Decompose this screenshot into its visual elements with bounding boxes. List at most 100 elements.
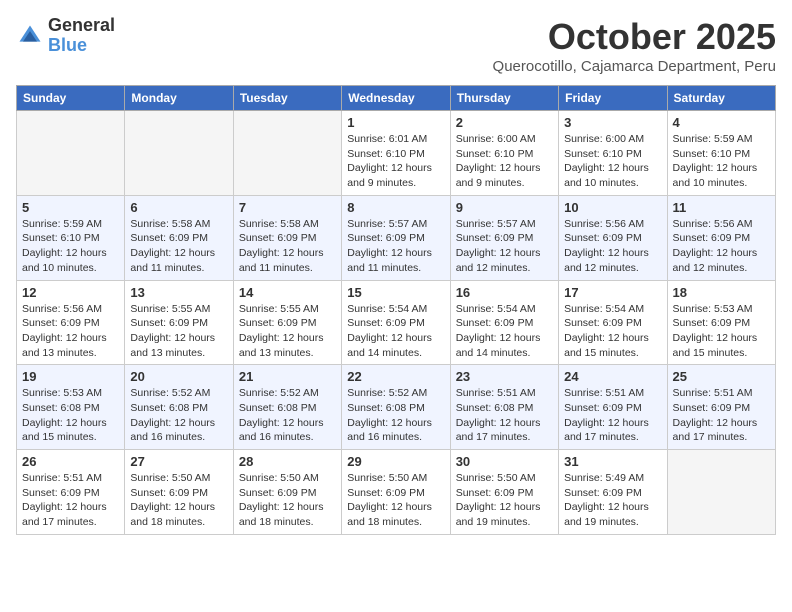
day-number: 5 (22, 200, 119, 215)
day-number: 1 (347, 115, 444, 130)
weekday-header-sunday: Sunday (17, 86, 125, 111)
calendar-cell: 24 Sunrise: 5:51 AM Sunset: 6:09 PM Dayli… (559, 365, 667, 450)
day-number: 23 (456, 369, 553, 384)
header: General Blue October 2025 Querocotillo, … (16, 16, 776, 75)
calendar-cell: 2 Sunrise: 6:00 AM Sunset: 6:10 PM Daylig… (450, 111, 558, 196)
calendar-cell (667, 450, 775, 535)
day-number: 21 (239, 369, 336, 384)
day-info: Sunrise: 5:53 AM Sunset: 6:08 PM Dayligh… (22, 386, 119, 445)
day-info: Sunrise: 5:52 AM Sunset: 6:08 PM Dayligh… (347, 386, 444, 445)
day-number: 9 (456, 200, 553, 215)
calendar-table: SundayMondayTuesdayWednesdayThursdayFrid… (16, 85, 776, 535)
calendar-cell: 11 Sunrise: 5:56 AM Sunset: 6:09 PM Dayli… (667, 195, 775, 280)
calendar-cell: 15Sunrise: 5:54 AM Sunset: 6:09 PM Dayli… (342, 280, 450, 365)
title-area: October 2025 Querocotillo, Cajamarca Dep… (493, 16, 776, 75)
day-info: Sunrise: 5:51 AM Sunset: 6:09 PM Dayligh… (564, 386, 661, 445)
day-info: Sunrise: 5:59 AM Sunset: 6:10 PM Dayligh… (673, 132, 770, 191)
calendar-week-row: 26 Sunrise: 5:51 AM Sunset: 6:09 PM Dayli… (17, 450, 776, 535)
calendar-cell: 21 Sunrise: 5:52 AM Sunset: 6:08 PM Dayli… (233, 365, 341, 450)
day-number: 18 (673, 285, 770, 300)
calendar-cell: 20 Sunrise: 5:52 AM Sunset: 6:08 PM Dayli… (125, 365, 233, 450)
day-info: Sunrise: 5:56 AM Sunset: 6:09 PM Dayligh… (564, 217, 661, 276)
day-number: 19 (22, 369, 119, 384)
calendar-week-row: 5Sunrise: 5:59 AM Sunset: 6:10 PM Daylig… (17, 195, 776, 280)
weekday-header-wednesday: Wednesday (342, 86, 450, 111)
day-info: Sunrise: 5:55 AM Sunset: 6:09 PM Dayligh… (239, 302, 336, 361)
day-number: 11 (673, 200, 770, 215)
day-number: 28 (239, 454, 336, 469)
calendar-cell: 18 Sunrise: 5:53 AM Sunset: 6:09 PM Dayli… (667, 280, 775, 365)
calendar-cell: 17Sunrise: 5:54 AM Sunset: 6:09 PM Dayli… (559, 280, 667, 365)
weekday-header-row: SundayMondayTuesdayWednesdayThursdayFrid… (17, 86, 776, 111)
day-number: 17 (564, 285, 661, 300)
calendar-cell (125, 111, 233, 196)
day-info: Sunrise: 5:51 AM Sunset: 6:09 PM Dayligh… (22, 471, 119, 530)
day-info: Sunrise: 5:50 AM Sunset: 6:09 PM Dayligh… (130, 471, 227, 530)
day-number: 14 (239, 285, 336, 300)
day-number: 26 (22, 454, 119, 469)
day-info: Sunrise: 6:00 AM Sunset: 6:10 PM Dayligh… (456, 132, 553, 191)
logo-general: General (48, 15, 115, 35)
day-number: 31 (564, 454, 661, 469)
calendar-cell: 1Sunrise: 6:01 AM Sunset: 6:10 PM Daylig… (342, 111, 450, 196)
calendar-cell: 19 Sunrise: 5:53 AM Sunset: 6:08 PM Dayli… (17, 365, 125, 450)
weekday-header-monday: Monday (125, 86, 233, 111)
day-number: 7 (239, 200, 336, 215)
day-number: 16 (456, 285, 553, 300)
calendar-cell (233, 111, 341, 196)
day-info: Sunrise: 5:52 AM Sunset: 6:08 PM Dayligh… (130, 386, 227, 445)
calendar-cell: 10 Sunrise: 5:56 AM Sunset: 6:09 PM Dayli… (559, 195, 667, 280)
day-number: 22 (347, 369, 444, 384)
day-number: 27 (130, 454, 227, 469)
day-info: Sunrise: 5:55 AM Sunset: 6:09 PM Dayligh… (130, 302, 227, 361)
day-info: Sunrise: 5:50 AM Sunset: 6:09 PM Dayligh… (239, 471, 336, 530)
calendar-week-row: 12Sunrise: 5:56 AM Sunset: 6:09 PM Dayli… (17, 280, 776, 365)
calendar-cell: 25Sunrise: 5:51 AM Sunset: 6:09 PM Dayli… (667, 365, 775, 450)
day-number: 2 (456, 115, 553, 130)
day-info: Sunrise: 5:49 AM Sunset: 6:09 PM Dayligh… (564, 471, 661, 530)
weekday-header-friday: Friday (559, 86, 667, 111)
logo-blue: Blue (48, 35, 87, 55)
calendar-cell: 14 Sunrise: 5:55 AM Sunset: 6:09 PM Dayli… (233, 280, 341, 365)
day-info: Sunrise: 5:54 AM Sunset: 6:09 PM Dayligh… (456, 302, 553, 361)
day-info: Sunrise: 5:52 AM Sunset: 6:08 PM Dayligh… (239, 386, 336, 445)
day-info: Sunrise: 5:50 AM Sunset: 6:09 PM Dayligh… (347, 471, 444, 530)
day-number: 24 (564, 369, 661, 384)
calendar-cell: 5Sunrise: 5:59 AM Sunset: 6:10 PM Daylig… (17, 195, 125, 280)
month-title: October 2025 (493, 16, 776, 58)
calendar-cell: 22 Sunrise: 5:52 AM Sunset: 6:08 PM Dayli… (342, 365, 450, 450)
day-number: 10 (564, 200, 661, 215)
calendar-cell: 13 Sunrise: 5:55 AM Sunset: 6:09 PM Dayli… (125, 280, 233, 365)
calendar-cell: 29 Sunrise: 5:50 AM Sunset: 6:09 PM Dayli… (342, 450, 450, 535)
day-number: 13 (130, 285, 227, 300)
day-info: Sunrise: 5:57 AM Sunset: 6:09 PM Dayligh… (456, 217, 553, 276)
calendar-cell: 7 Sunrise: 5:58 AM Sunset: 6:09 PM Daylig… (233, 195, 341, 280)
day-number: 29 (347, 454, 444, 469)
calendar-cell: 23 Sunrise: 5:51 AM Sunset: 6:08 PM Dayli… (450, 365, 558, 450)
day-info: Sunrise: 5:54 AM Sunset: 6:09 PM Dayligh… (347, 302, 444, 361)
day-info: Sunrise: 5:51 AM Sunset: 6:08 PM Dayligh… (456, 386, 553, 445)
day-number: 12 (22, 285, 119, 300)
weekday-header-tuesday: Tuesday (233, 86, 341, 111)
day-info: Sunrise: 5:53 AM Sunset: 6:09 PM Dayligh… (673, 302, 770, 361)
location-subtitle: Querocotillo, Cajamarca Department, Peru (493, 58, 776, 75)
calendar-cell: 27 Sunrise: 5:50 AM Sunset: 6:09 PM Dayli… (125, 450, 233, 535)
day-number: 8 (347, 200, 444, 215)
day-info: Sunrise: 6:00 AM Sunset: 6:10 PM Dayligh… (564, 132, 661, 191)
day-info: Sunrise: 5:56 AM Sunset: 6:09 PM Dayligh… (673, 217, 770, 276)
day-number: 6 (130, 200, 227, 215)
day-info: Sunrise: 5:58 AM Sunset: 6:09 PM Dayligh… (239, 217, 336, 276)
calendar-cell: 3Sunrise: 6:00 AM Sunset: 6:10 PM Daylig… (559, 111, 667, 196)
day-info: Sunrise: 5:50 AM Sunset: 6:09 PM Dayligh… (456, 471, 553, 530)
calendar-cell: 9 Sunrise: 5:57 AM Sunset: 6:09 PM Daylig… (450, 195, 558, 280)
calendar-week-row: 19 Sunrise: 5:53 AM Sunset: 6:08 PM Dayli… (17, 365, 776, 450)
calendar-cell (17, 111, 125, 196)
day-number: 20 (130, 369, 227, 384)
day-info: Sunrise: 5:51 AM Sunset: 6:09 PM Dayligh… (673, 386, 770, 445)
calendar-cell: 30Sunrise: 5:50 AM Sunset: 6:09 PM Dayli… (450, 450, 558, 535)
weekday-header-thursday: Thursday (450, 86, 558, 111)
weekday-header-saturday: Saturday (667, 86, 775, 111)
logo-icon (16, 22, 44, 50)
calendar-week-row: 1Sunrise: 6:01 AM Sunset: 6:10 PM Daylig… (17, 111, 776, 196)
calendar-cell: 8Sunrise: 5:57 AM Sunset: 6:09 PM Daylig… (342, 195, 450, 280)
